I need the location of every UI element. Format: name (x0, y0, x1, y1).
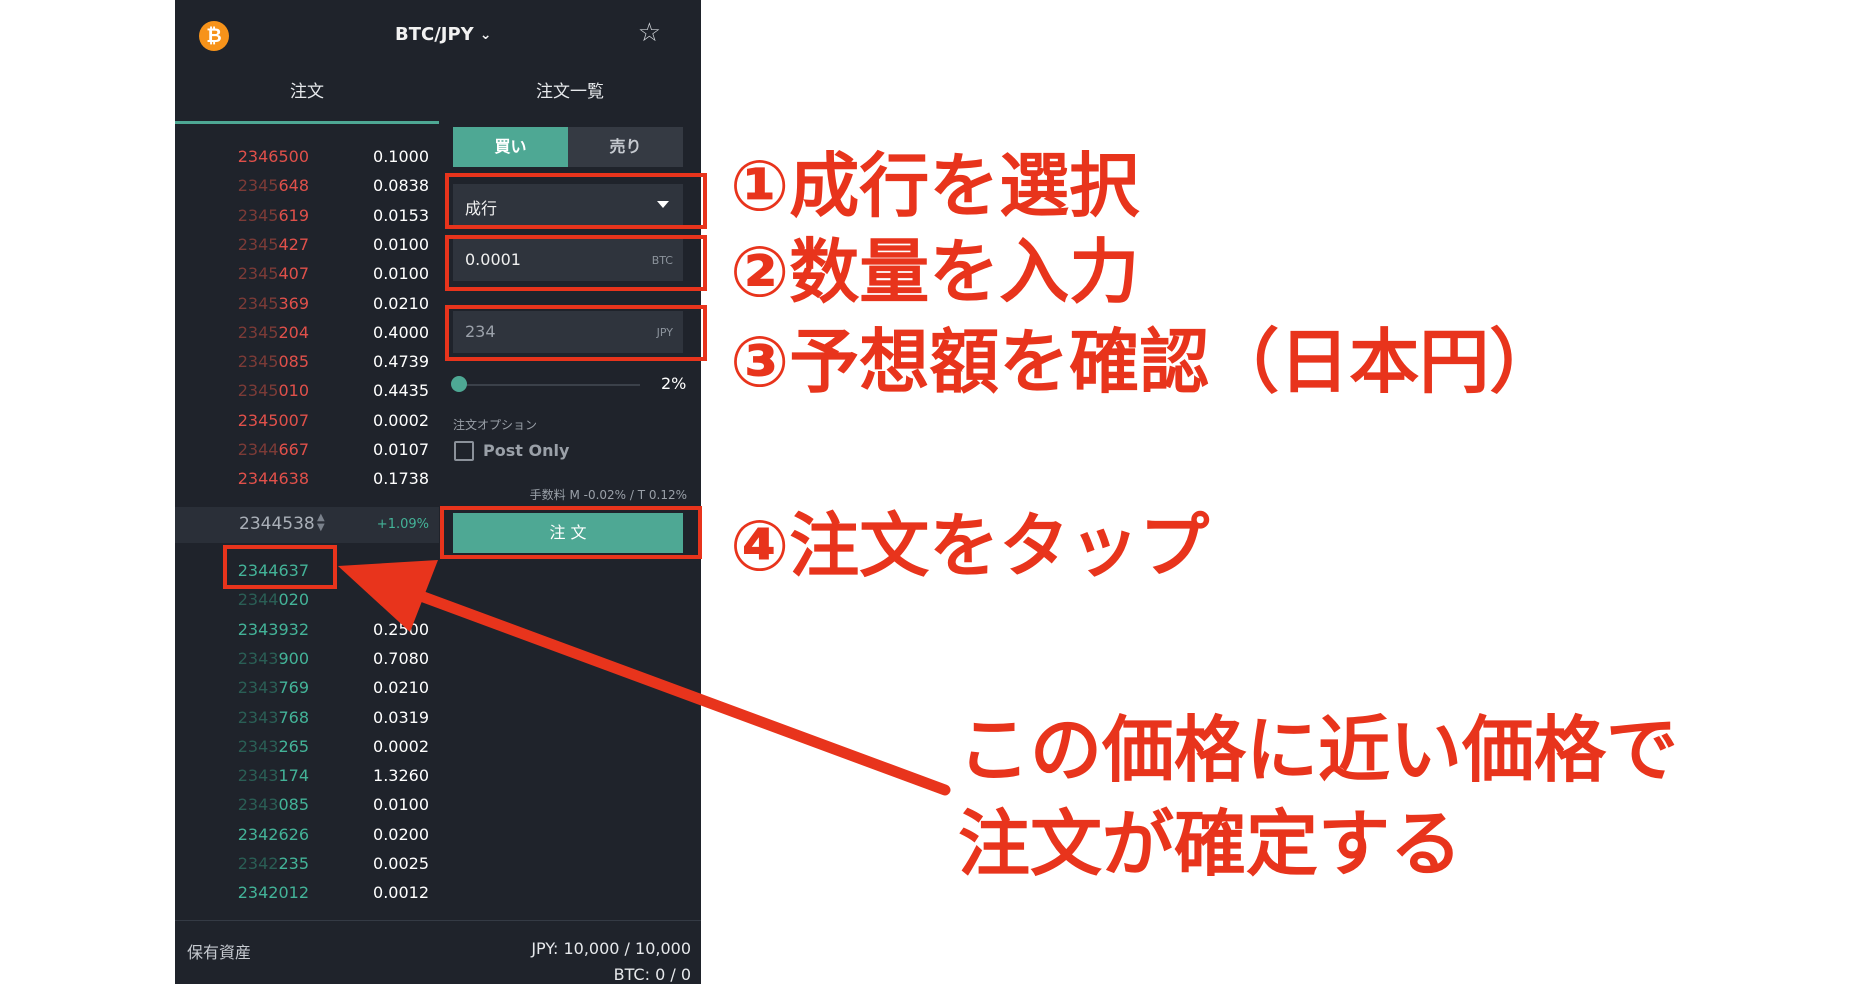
annotation-step4: ④注文をタップ (730, 505, 1210, 587)
annotation-step3: ③予想額を確認（日本円） (730, 321, 1560, 403)
annotation-step2: ②数量を入力 (730, 231, 1140, 313)
annotation-note-line1: この価格に近い価格で (958, 708, 1679, 792)
annotation-note-line2: 注文が確定する (958, 802, 1463, 886)
